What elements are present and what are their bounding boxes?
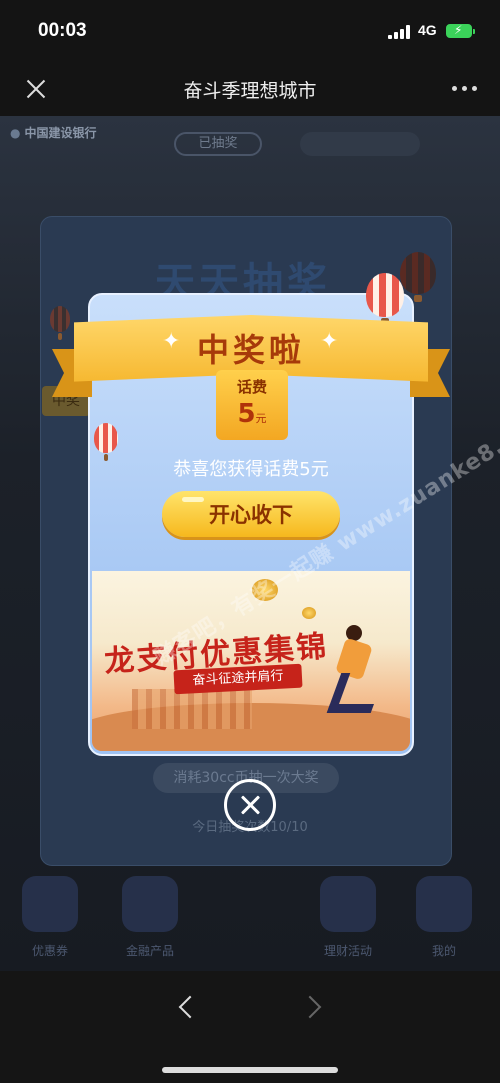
profile-icon: [416, 876, 472, 932]
dock-label: 理财活动: [323, 944, 372, 958]
network-type: 4G: [418, 22, 437, 38]
bottom-dock: 优惠券 金融产品 理财活动 我的: [0, 876, 500, 971]
balloon-icon: [400, 252, 436, 302]
dock-item-activities[interactable]: 理财活动: [308, 876, 388, 959]
balloon-icon: [94, 423, 118, 461]
dock-item-coupons[interactable]: 优惠券: [10, 876, 90, 959]
dock-label: 金融产品: [125, 944, 174, 958]
coupon-icon: [22, 876, 78, 932]
runner-illustration: [324, 625, 386, 725]
prize-type: 话费: [236, 378, 267, 396]
product-icon: [122, 876, 178, 932]
battery-charging-icon: ⚡: [446, 23, 475, 38]
back-arrow-icon[interactable]: [176, 995, 198, 1017]
prize-amount: 5: [237, 399, 256, 429]
prize-heading: 中奖啦: [196, 331, 305, 369]
prize-tag: 话费 5元: [216, 370, 288, 440]
coin-icon: [302, 607, 316, 619]
dock-label: 优惠券: [31, 944, 68, 958]
balloon-icon: [366, 273, 404, 325]
home-indicator[interactable]: [162, 1067, 338, 1073]
collect-button[interactable]: 开心收下: [162, 491, 340, 537]
lottery-status-pill: 已抽奖: [174, 132, 262, 156]
congrats-message: 恭喜您获得话费5元: [173, 459, 329, 480]
bank-logo: 中国建设银行: [10, 124, 96, 141]
dock-item-mine[interactable]: 我的: [404, 876, 484, 959]
prize-unit: 元: [255, 412, 267, 425]
forward-arrow-icon[interactable]: [302, 995, 324, 1017]
status-bar: 00:03 4G ⚡: [0, 0, 500, 62]
cellular-signal-icon: [388, 25, 410, 39]
activity-icon: [320, 876, 376, 932]
webview-header: 奋斗季理想城市: [0, 62, 500, 116]
top-info-pill: [300, 132, 420, 156]
more-options-icon[interactable]: [446, 78, 482, 98]
status-time: 00:03: [38, 20, 87, 41]
balloon-icon: [50, 306, 70, 340]
dock-label: 我的: [431, 944, 456, 958]
dock-item-products[interactable]: 金融产品: [110, 876, 190, 959]
modal-close-icon[interactable]: [224, 779, 276, 831]
browser-toolbar: [0, 971, 500, 1083]
page-title: 奋斗季理想城市: [183, 80, 317, 102]
